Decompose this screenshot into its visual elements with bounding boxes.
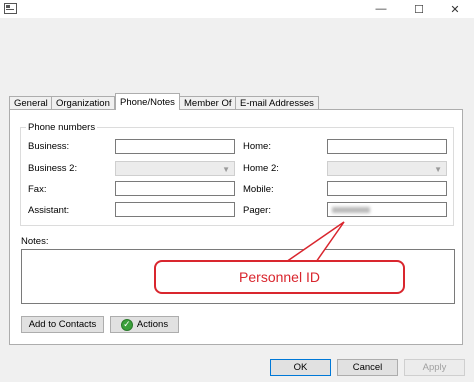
callout-pointer [283,221,345,263]
callout-personnel-id: Personnel ID [154,260,405,294]
callout-text: Personnel ID [239,269,320,285]
